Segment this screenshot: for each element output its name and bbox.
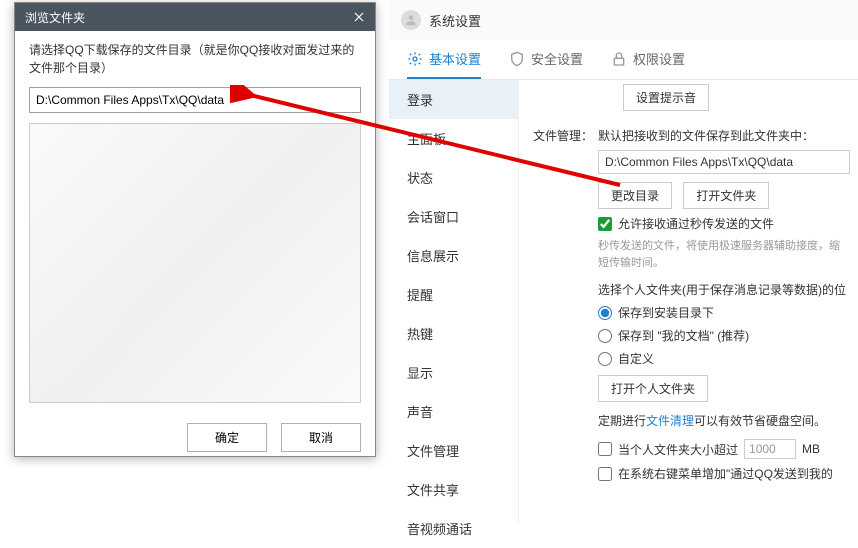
sidebar-item-file-mgmt[interactable]: 文件管理	[389, 431, 518, 470]
cleanup-link[interactable]: 文件清理	[646, 414, 694, 428]
dialog-path-input[interactable]	[29, 87, 361, 113]
sidebar-item-reminder[interactable]: 提醒	[389, 275, 518, 314]
lock-icon	[611, 51, 627, 67]
avatar-icon	[401, 10, 421, 30]
dialog-close-button[interactable]	[343, 3, 375, 31]
dialog-title: 浏览文件夹	[25, 9, 85, 26]
radio-install-label: 保存到安装目录下	[618, 304, 714, 321]
settings-window: 系统设置 基本设置 安全设置 权限设置 登录 主面板 状态 会话窗口 信息展示 …	[389, 0, 858, 523]
content-pane: 设置提示音 文件管理： 默认把接收到的文件保存到此文件夹中： 更改目录 打开文件…	[519, 80, 858, 523]
sidebar-item-login[interactable]: 登录	[389, 80, 518, 119]
context-menu-row[interactable]: 在系统右键菜单增加"通过QQ发送到我的	[598, 465, 850, 482]
radio-install[interactable]	[598, 306, 612, 320]
tab-permission-label: 权限设置	[633, 49, 685, 68]
context-menu-label: 在系统右键菜单增加"通过QQ发送到我的	[618, 465, 833, 482]
sidebar-item-info-display[interactable]: 信息展示	[389, 236, 518, 275]
shield-icon	[509, 51, 525, 67]
save-path-input[interactable]	[598, 150, 850, 174]
open-folder-button[interactable]: 打开文件夹	[683, 182, 769, 209]
dialog-ok-button[interactable]: 确定	[187, 423, 267, 452]
sidebar-item-hotkey[interactable]: 热键	[389, 314, 518, 353]
browse-folder-dialog: 浏览文件夹 请选择QQ下载保存的文件目录（就是你QQ接收对面发过来的文件那个目录…	[14, 2, 376, 457]
size-limit-checkbox[interactable]	[598, 442, 612, 456]
radio-docs-row[interactable]: 保存到 "我的文档" (推荐)	[598, 327, 850, 344]
radio-install-row[interactable]: 保存到安装目录下	[598, 304, 850, 321]
top-tabs: 基本设置 安全设置 权限设置	[389, 40, 858, 80]
size-limit-row[interactable]: 当个人文件夹大小超过 MB	[598, 439, 850, 459]
radio-custom-label: 自定义	[618, 350, 654, 367]
tab-basic[interactable]: 基本设置	[407, 40, 481, 79]
sidebar-item-sound[interactable]: 声音	[389, 392, 518, 431]
default-save-text: 默认把接收到的文件保存到此文件夹中：	[598, 127, 850, 144]
settings-titlebar: 系统设置	[389, 0, 858, 40]
size-prefix-label: 当个人文件夹大小超过	[618, 441, 738, 458]
allow-sec-checkbox-row[interactable]: 允许接收通过秒传发送的文件	[598, 215, 850, 232]
size-unit-label: MB	[802, 442, 820, 456]
radio-docs-label: 保存到 "我的文档" (推荐)	[618, 327, 749, 344]
sidebar-item-status[interactable]: 状态	[389, 158, 518, 197]
allow-sec-label: 允许接收通过秒传发送的文件	[618, 215, 774, 232]
sidebar-item-main-panel[interactable]: 主面板	[389, 119, 518, 158]
radio-custom[interactable]	[598, 352, 612, 366]
set-tone-button[interactable]: 设置提示音	[623, 84, 709, 111]
settings-title: 系统设置	[429, 11, 481, 30]
sidebar-item-av-call[interactable]: 音视频通话	[389, 509, 518, 548]
radio-docs[interactable]	[598, 329, 612, 343]
tab-permission[interactable]: 权限设置	[611, 40, 685, 79]
tab-basic-label: 基本设置	[429, 49, 481, 68]
gear-icon	[407, 51, 423, 67]
radio-custom-row[interactable]: 自定义	[598, 350, 850, 367]
change-dir-button[interactable]: 更改目录	[598, 182, 672, 209]
open-personal-button[interactable]: 打开个人文件夹	[598, 375, 708, 402]
close-icon	[354, 12, 364, 22]
allow-sec-checkbox[interactable]	[598, 217, 612, 231]
side-nav: 登录 主面板 状态 会话窗口 信息展示 提醒 热键 显示 声音 文件管理 文件共…	[389, 80, 519, 523]
dialog-cancel-button[interactable]: 取消	[281, 423, 361, 452]
cleanup-text: 定期进行文件清理可以有效节省硬盘空间。	[598, 412, 850, 429]
sidebar-item-display[interactable]: 显示	[389, 353, 518, 392]
dialog-titlebar: 浏览文件夹	[15, 3, 375, 31]
dialog-folder-preview[interactable]	[29, 123, 361, 403]
sidebar-item-file-share[interactable]: 文件共享	[389, 470, 518, 509]
tab-security-label: 安全设置	[531, 49, 583, 68]
file-mgmt-label: 文件管理：	[533, 127, 598, 144]
context-menu-checkbox[interactable]	[598, 467, 612, 481]
tab-security[interactable]: 安全设置	[509, 40, 583, 79]
personal-folder-title: 选择个人文件夹(用于保存消息记录等数据)的位	[598, 281, 850, 298]
sec-desc: 秒传发送的文件，将使用极速服务器辅助接度，缩短传输时间。	[598, 238, 850, 271]
sidebar-item-chat-window[interactable]: 会话窗口	[389, 197, 518, 236]
size-input[interactable]	[744, 439, 796, 459]
dialog-prompt: 请选择QQ下载保存的文件目录（就是你QQ接收对面发过来的文件那个目录）	[29, 41, 361, 77]
